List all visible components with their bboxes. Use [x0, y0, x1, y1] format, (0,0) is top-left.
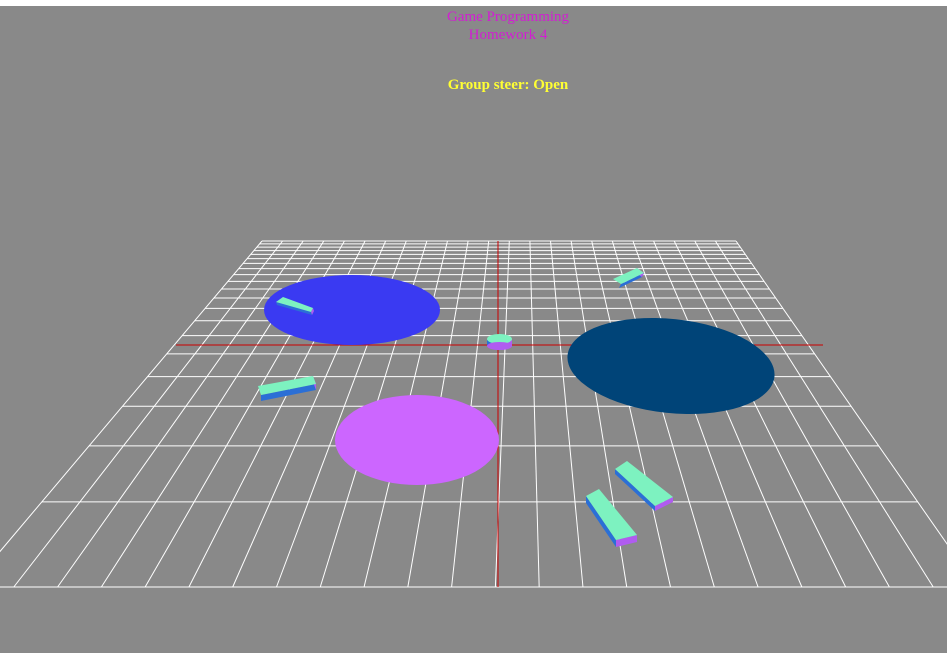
grid-line-vertical: [550, 240, 584, 588]
grid-line-vertical: [0, 240, 263, 553]
center-target: [487, 334, 512, 350]
grid-line-vertical: [653, 240, 803, 588]
agent-5: [586, 489, 637, 547]
agent-3: [258, 376, 316, 401]
grid-line-vertical: [494, 240, 510, 588]
agent-2: [613, 268, 644, 288]
grid-line-vertical: [694, 240, 890, 588]
grid-line-vertical: [57, 240, 304, 588]
grid-line-vertical: [735, 240, 947, 545]
grid-line-vertical: [632, 240, 759, 588]
world-axes: [176, 241, 823, 587]
obstacle-violet: [335, 395, 499, 485]
grid-line-vertical: [673, 240, 847, 588]
grid-line-vertical: [13, 240, 284, 588]
game-viewport[interactable]: Game Programming Homework 4 Group steer:…: [0, 6, 947, 653]
obstacle-blue: [264, 275, 440, 345]
grid-line-vertical: [714, 240, 934, 588]
scene-canvas[interactable]: [0, 6, 947, 653]
grid-line-vertical: [529, 240, 540, 588]
